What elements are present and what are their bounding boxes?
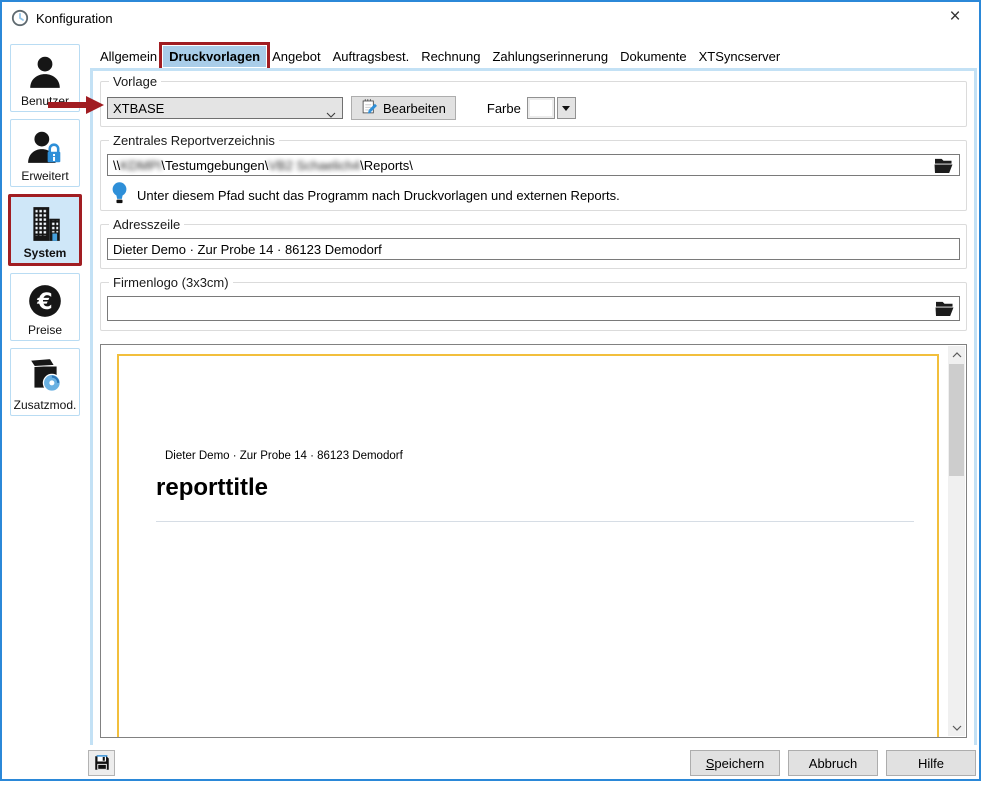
footer-bar: Speichern Abbruch Hilfe [2,745,979,779]
arrow-annotation [48,96,106,119]
report-page: Dieter Demo · Zur Probe 14 · 86123 Demod… [117,354,939,738]
report-address-line: Dieter Demo · Zur Probe 14 · 86123 Demod… [165,450,403,462]
tab-angebot[interactable]: Angebot [266,46,326,67]
template-combobox-value: XTBASE [113,101,164,116]
sidebar-item-zusatzmod[interactable]: Zusatzmod. [10,348,80,416]
logo-browse-folder-icon[interactable] [933,299,955,317]
edit-button-label: Bearbeiten [383,101,446,116]
close-icon[interactable]: × [933,2,977,32]
tab-bar: Allgemein Druckvorlagen Angebot Auftrags… [94,44,786,68]
browse-folder-icon[interactable] [932,156,954,174]
report-path-field[interactable]: \\KDMPI\Testumgebungen\VB2 Schaelich4\Re… [107,154,960,176]
group-firmenlogo: Firmenlogo (3x3cm) [100,282,967,331]
group-firmenlogo-legend: Firmenlogo (3x3cm) [109,275,233,290]
color-swatch[interactable] [527,97,555,119]
tab-auftragsbest[interactable]: Auftragsbest. [327,46,416,67]
report-preview-panel: Dieter Demo · Zur Probe 14 · 86123 Demod… [100,344,967,738]
module-box-icon [25,356,65,396]
footer-buttons: Speichern Abbruch Hilfe [690,750,976,776]
building-icon [25,204,65,244]
group-reportdir-legend: Zentrales Reportverzeichnis [109,133,279,148]
path-segment-redacted: KDMPI [120,158,161,173]
edit-icon [361,98,378,118]
chevron-down-icon [326,106,336,121]
lightbulb-icon [111,181,128,209]
titlebar: Konfiguration × [2,2,979,34]
group-reportdir: Zentrales Reportverzeichnis \\KDMPI\Test… [100,140,967,211]
path-segment-redacted: VB2 Schaelich4 [268,158,360,173]
dropdown-arrow-icon [562,106,570,111]
tab-page-druckvorlagen: Vorlage XTBASE [90,68,977,747]
sidebar-item-label: Preise [28,323,62,337]
tab-allgemein[interactable]: Allgemein [94,46,163,67]
clock-icon [11,9,29,27]
user-icon [25,52,65,92]
scroll-down-icon[interactable] [948,719,965,736]
svg-text:€: € [36,289,52,315]
group-adresszeile-legend: Adresszeile [109,217,184,232]
tab-zahlungserinnerung[interactable]: Zahlungserinnerung [486,46,614,67]
cancel-button[interactable]: Abbruch [788,750,878,776]
sidebar-item-erweitert[interactable]: Erweitert [10,119,80,187]
sidebar-item-preise[interactable]: € Preise [10,273,80,341]
color-dropdown-button[interactable] [557,97,576,119]
scrollbar-thumb[interactable] [949,364,964,476]
save-button[interactable]: Speichern [690,750,780,776]
color-label: Farbe [487,101,521,116]
quick-save-button[interactable] [88,750,115,776]
hint-row: Unter diesem Pfad sucht das Programm nac… [111,181,966,209]
sidebar-item-system[interactable]: System [8,194,82,266]
group-adresszeile: Adresszeile [100,224,967,269]
floppy-save-icon [93,754,111,772]
euro-icon: € [25,281,65,321]
sidebar-item-label: System [24,246,67,260]
tab-druckvorlagen[interactable]: Druckvorlagen [163,46,266,67]
group-vorlage-legend: Vorlage [109,74,161,89]
edit-template-button[interactable]: Bearbeiten [351,96,456,120]
window-title: Konfiguration [36,11,113,26]
user-lock-icon [25,127,65,167]
sidebar-item-label: Erweitert [21,169,68,183]
firmenlogo-input[interactable] [107,296,960,321]
help-button[interactable]: Hilfe [886,750,976,776]
tab-xtsyncserver[interactable]: XTSyncserver [693,46,787,67]
config-window: Konfiguration × Benutzer [0,0,981,781]
report-title: reporttitle [156,474,268,502]
scroll-up-icon[interactable] [948,346,965,363]
tab-dokumente[interactable]: Dokumente [614,46,692,67]
adresszeile-input[interactable] [107,238,960,260]
template-combobox[interactable]: XTBASE [107,97,343,119]
tab-rechnung[interactable]: Rechnung [415,46,486,67]
preview-scrollbar[interactable] [948,346,965,736]
sidebar-item-label: Zusatzmod. [14,398,77,412]
reportdir-hint: Unter diesem Pfad sucht das Programm nac… [137,188,620,203]
path-segment: \Reports\ [360,158,413,173]
path-segment: \\ [113,158,120,173]
report-divider [156,521,914,522]
path-segment: \Testumgebungen\ [161,158,268,173]
group-vorlage: Vorlage XTBASE [100,81,967,127]
